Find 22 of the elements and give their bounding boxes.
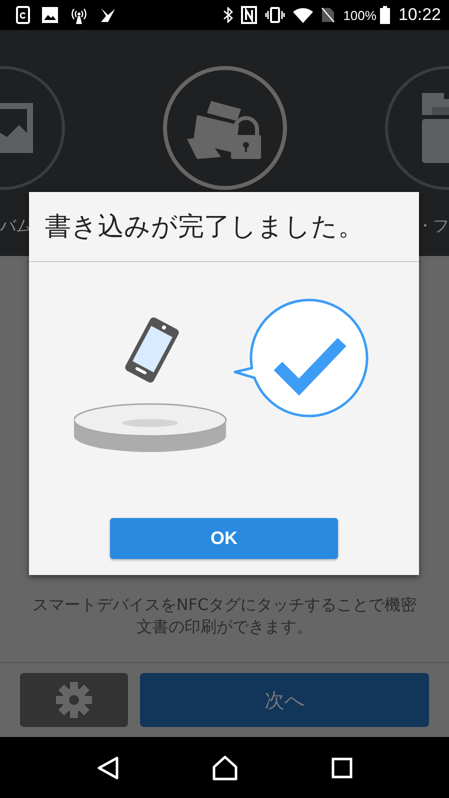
ok-button[interactable]: OK	[110, 518, 338, 559]
next-button[interactable]: 次へ	[140, 673, 429, 727]
description-text: スマートデバイスをNFCタグにタッチすることで機密文書の印刷ができます。	[31, 594, 418, 638]
battery-icon	[380, 6, 390, 24]
bluetooth-icon	[223, 7, 234, 23]
carousel-label: ・フ	[417, 216, 449, 237]
dialog-title: 書き込みが完了しました。	[29, 192, 419, 262]
image-icon	[42, 7, 58, 23]
back-icon	[96, 756, 118, 780]
clock: 10:22	[398, 5, 441, 25]
settings-icon	[54, 680, 94, 720]
settings-button[interactable]	[20, 673, 128, 727]
battery-percent: 100%	[343, 8, 376, 22]
recents-icon	[330, 756, 352, 778]
wifi-icon	[293, 7, 314, 23]
vibrate-icon	[265, 7, 286, 23]
phone-sync-icon	[16, 6, 30, 24]
nfc-icon	[241, 6, 258, 24]
broadcast-icon	[70, 6, 88, 24]
home-icon	[212, 754, 238, 780]
carousel-circle[interactable]	[162, 66, 286, 190]
no-sim-icon	[321, 7, 336, 23]
